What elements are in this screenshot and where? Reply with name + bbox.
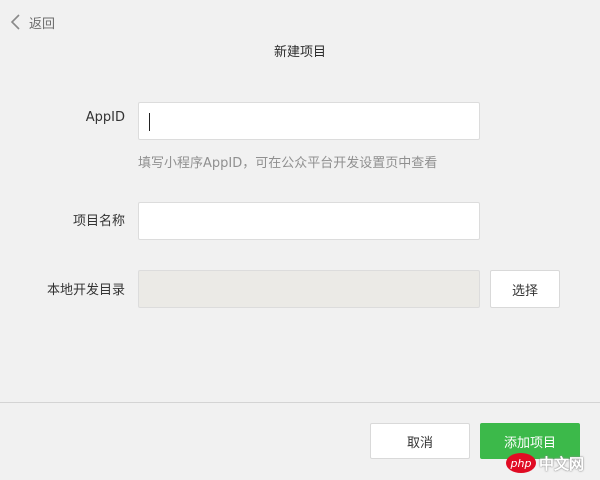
cancel-button[interactable]: 取消 [370,423,470,459]
watermark-text: 中文网 [539,454,585,473]
appid-hint: 填写小程序AppID，可在公众平台开发设置页中查看 [138,156,438,171]
watermark-logo: php 中文网 [506,449,584,477]
page-title: 新建项目 [273,45,326,60]
local-dir-input [138,270,480,308]
php-logo: php [506,453,536,473]
local-dir-label: 本地开发目录 [46,283,125,298]
back-link[interactable]: 返回 [10,12,55,32]
chevron-left-icon [10,14,20,30]
text-caret [149,113,150,131]
footer-divider [0,402,600,403]
back-label: 返回 [29,16,56,32]
project-name-label: 项目名称 [72,214,125,229]
appid-input[interactable] [138,102,480,140]
select-dir-button[interactable]: 选择 [490,270,560,308]
appid-label: AppID [85,110,125,125]
project-name-input[interactable] [138,202,480,240]
